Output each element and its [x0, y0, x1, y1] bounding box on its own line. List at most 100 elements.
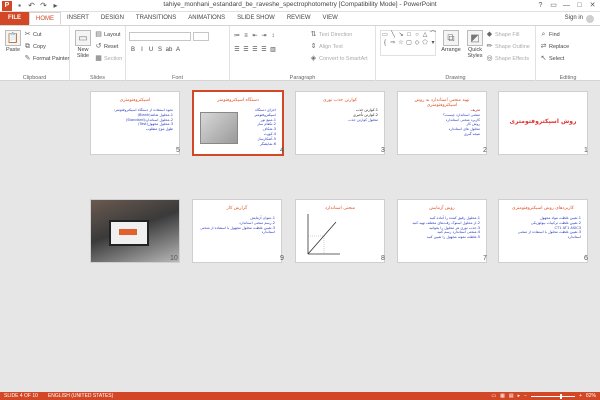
slide-thumbnail-6[interactable]: کاربردهای روش اسپکتروفتومتری 1-تعیین غلظ… [498, 199, 588, 263]
strikethrough-icon[interactable]: ab [165, 46, 173, 54]
sign-in[interactable]: Sign in [565, 12, 594, 25]
slide-thumbnail-1[interactable]: روش اسپکتروفتومتری [498, 91, 588, 155]
laptop-photo-image [91, 200, 179, 262]
shape-fill-button[interactable]: ◆ Shape Fill [486, 31, 520, 38]
ribbon-display-button[interactable]: ▭ [548, 0, 559, 11]
layout-button[interactable]: ▤ Layout [95, 31, 120, 38]
text-direction-icon: ⇅ [310, 31, 317, 38]
slide-line: 5-غلظت نمونه مجهول را تعیین کنید [426, 235, 480, 240]
slide-title: کوارتن جذب نوری [322, 98, 358, 103]
clipboard-group: 📋 Paste ✂ Cut ⧉ Copy ✎ Format Painter Clipb… [0, 26, 70, 82]
select-button[interactable]: ↖ Select [540, 55, 565, 62]
star-shape-icon[interactable]: ☆ [397, 39, 405, 47]
diamond-shape-icon[interactable]: ◇ [413, 39, 421, 47]
tab-animations[interactable]: ANIMATIONS [182, 12, 231, 25]
align-text-button[interactable]: ⇕ Align Text [310, 43, 343, 50]
tab-review[interactable]: REVIEW [281, 12, 317, 25]
bullets-icon[interactable]: ≔ [233, 32, 241, 40]
slide-thumbnail-7[interactable]: روش آزمایش 1-محلول رقیق کننده را آماده ک… [397, 199, 487, 263]
columns-icon[interactable]: ▥ [269, 46, 277, 54]
ribbon-tabs: FILE HOME INSERT DESIGN TRANSITIONS ANIM… [0, 12, 600, 25]
slide-number: 2 [483, 147, 487, 154]
slideshow-view-icon[interactable]: ▸ [518, 392, 521, 400]
curve-shape-icon[interactable]: ⌒ [429, 31, 437, 39]
decrease-indent-icon[interactable]: ⇤ [251, 32, 259, 40]
align-center-icon[interactable]: ☰ [242, 46, 250, 54]
oval-shape-icon[interactable]: ○ [413, 31, 421, 39]
copy-button[interactable]: ⧉ Copy [24, 43, 46, 50]
slide-thumbnail-2[interactable]: تهیه منحنی استاندارد به روش اسپکتروفتومت… [397, 91, 487, 155]
shape-effects-button[interactable]: ◎ Shape Effects [486, 55, 529, 62]
arrange-button[interactable]: ⧉ Arrange [440, 30, 462, 53]
minimize-button[interactable]: — [561, 0, 572, 11]
slide-thumbnail-4[interactable]: دستگاه اسپکتروفتومتر اجزای دستگاه اسپکتر… [192, 90, 284, 156]
italic-icon[interactable]: I [138, 46, 146, 54]
close-button[interactable]: ✕ [587, 0, 598, 11]
justify-icon[interactable]: ☰ [260, 46, 268, 54]
slide-title: روش آزمایش [429, 206, 455, 211]
arrow-shape-icon[interactable]: ↘ [397, 31, 405, 39]
replace-button[interactable]: ⇄ Replace [540, 43, 570, 50]
quick-styles-button[interactable]: ◩ Quick Styles [464, 30, 486, 59]
tab-home[interactable]: HOME [29, 12, 61, 25]
reset-button[interactable]: ↺ Reset [95, 43, 119, 50]
zoom-slider-thumb[interactable] [560, 393, 563, 399]
right-arrow-shape-icon[interactable]: ⇨ [389, 39, 397, 47]
slide-line: 3-تعیین غلظت محلول با استفاده از منحنی ا… [517, 230, 581, 240]
title-bar: P ▪ ↶ ↷ ▸ tahiye_monhani_estandard_be_ra… [0, 0, 600, 12]
language-status[interactable]: ENGLISH (UNITED STATES) [48, 392, 113, 400]
tab-file[interactable]: FILE [0, 12, 29, 25]
format-painter-button[interactable]: ✎ Format Painter [24, 55, 70, 62]
shapes-gallery[interactable]: ▭ ╲ ↘ □ ○ △ ⌒ {⇨ ☆ ▢ ◇ ⬠ ▾ [380, 30, 436, 56]
find-button[interactable]: ⌕ Find [540, 31, 560, 38]
zoom-level[interactable]: 82% [586, 392, 596, 400]
convert-smartart-button[interactable]: ◈ Convert to SmartArt [310, 55, 368, 62]
zoom-out-icon[interactable]: − [524, 392, 527, 400]
slide-body: 1-تعیین غلظت مواد مجهول 2-تعیین غلظت ترک… [505, 216, 581, 240]
slide-thumbnail-3[interactable]: کوارتن جذب نوری 1-کوارتن جذب 2-کوارتن تأ… [295, 91, 385, 155]
textbox-shape-icon[interactable]: ▭ [381, 31, 389, 39]
slide-thumbnail-10[interactable] [90, 199, 180, 263]
brace-shape-icon[interactable]: { [381, 39, 389, 47]
tab-view[interactable]: VIEW [317, 12, 344, 25]
tab-design[interactable]: DESIGN [95, 12, 130, 25]
zoom-slider[interactable] [531, 393, 576, 399]
numbering-icon[interactable]: ≡ [242, 32, 250, 40]
slide-sorter-view-icon[interactable]: ▦ [500, 392, 505, 400]
rounded-rect-shape-icon[interactable]: ▢ [405, 39, 413, 47]
slide-thumbnail-9[interactable]: گزارش کار 1-عنوان آزمایش 2-رسم منحنی است… [192, 199, 282, 263]
slide-body: تعریف منحنی استاندارد چیست؟ کاربرد منحنی… [404, 108, 480, 137]
line-spacing-icon[interactable]: ↕ [269, 32, 277, 40]
font-size-combobox[interactable] [193, 32, 209, 41]
section-button[interactable]: ▦ Section [95, 55, 122, 62]
new-slide-button[interactable]: ▭ New Slide [72, 30, 94, 59]
line-shape-icon[interactable]: ╲ [389, 31, 397, 39]
align-left-icon[interactable]: ☰ [233, 46, 241, 54]
underline-icon[interactable]: U [147, 46, 155, 54]
slide-thumbnail-8[interactable]: منحنی استاندارد [295, 199, 385, 263]
text-direction-button[interactable]: ⇅ Text Direction [310, 31, 353, 38]
align-right-icon[interactable]: ☰ [251, 46, 259, 54]
help-button[interactable]: ? [535, 0, 546, 11]
triangle-shape-icon[interactable]: △ [421, 31, 429, 39]
increase-indent-icon[interactable]: ⇥ [260, 32, 268, 40]
font-color-icon[interactable]: A [174, 46, 182, 54]
shadow-icon[interactable]: S [156, 46, 164, 54]
normal-view-icon[interactable]: ▭ [491, 392, 496, 400]
slide-thumbnail-5[interactable]: اسپکتروفتومتری نحوه استفاده از دستگاه اس… [90, 91, 180, 155]
more-shapes-icon[interactable]: ▾ [429, 39, 437, 47]
shape-outline-button[interactable]: ✏ Shape Outline [486, 43, 530, 50]
cut-button[interactable]: ✂ Cut [24, 31, 42, 38]
font-name-combobox[interactable] [129, 32, 191, 41]
paste-button[interactable]: 📋 Paste [3, 30, 23, 53]
reading-view-icon[interactable]: ▤ [509, 392, 514, 400]
tab-slide-show[interactable]: SLIDE SHOW [231, 12, 281, 25]
maximize-button[interactable]: □ [574, 0, 585, 11]
slide-body: 1-کوارتن جذب 2-کوارتن تأخیری محلول کوارت… [302, 108, 378, 122]
zoom-in-icon[interactable]: + [579, 392, 582, 400]
tab-transitions[interactable]: TRANSITIONS [130, 12, 182, 25]
rectangle-shape-icon[interactable]: □ [405, 31, 413, 39]
bold-icon[interactable]: B [129, 46, 137, 54]
pentagon-shape-icon[interactable]: ⬠ [421, 39, 429, 47]
tab-insert[interactable]: INSERT [61, 12, 95, 25]
